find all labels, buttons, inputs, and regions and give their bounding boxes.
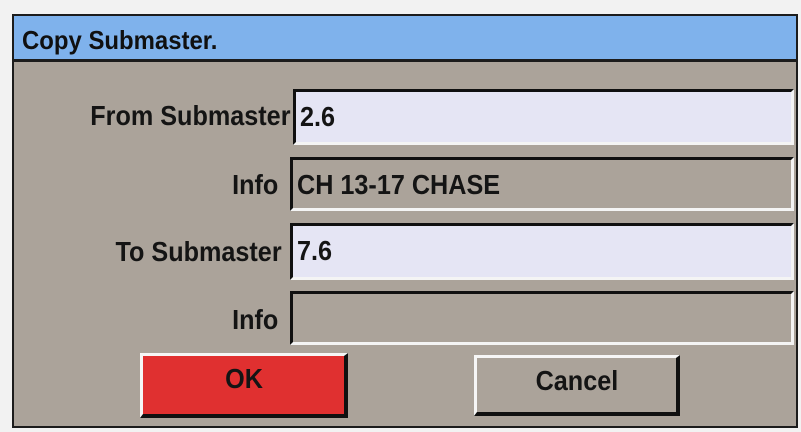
to-submaster-value: 7.6: [297, 235, 333, 266]
from-submaster-label: From Submaster: [89, 100, 290, 131]
ok-button[interactable]: OK: [140, 353, 348, 418]
copy-submaster-dialog: Copy Submaster. From Submaster 2.6 Info …: [12, 14, 798, 428]
to-info-label: Info: [231, 304, 278, 335]
ok-button-label: OK: [224, 363, 263, 394]
cancel-button[interactable]: Cancel: [474, 355, 680, 416]
from-info-label: Info: [231, 169, 278, 200]
from-info-value: CH 13-17 CHASE: [297, 169, 501, 200]
from-info-field: CH 13-17 CHASE: [290, 157, 794, 211]
to-info-field: [290, 291, 794, 345]
dialog-titlebar[interactable]: Copy Submaster.: [14, 16, 796, 62]
cancel-button-label: Cancel: [535, 365, 618, 396]
from-submaster-input[interactable]: 2.6: [293, 89, 794, 145]
from-submaster-value: 2.6: [300, 101, 336, 132]
dialog-title: Copy Submaster.: [22, 25, 218, 55]
to-submaster-label: To Submaster: [115, 236, 282, 267]
to-submaster-input[interactable]: 7.6: [290, 223, 794, 280]
